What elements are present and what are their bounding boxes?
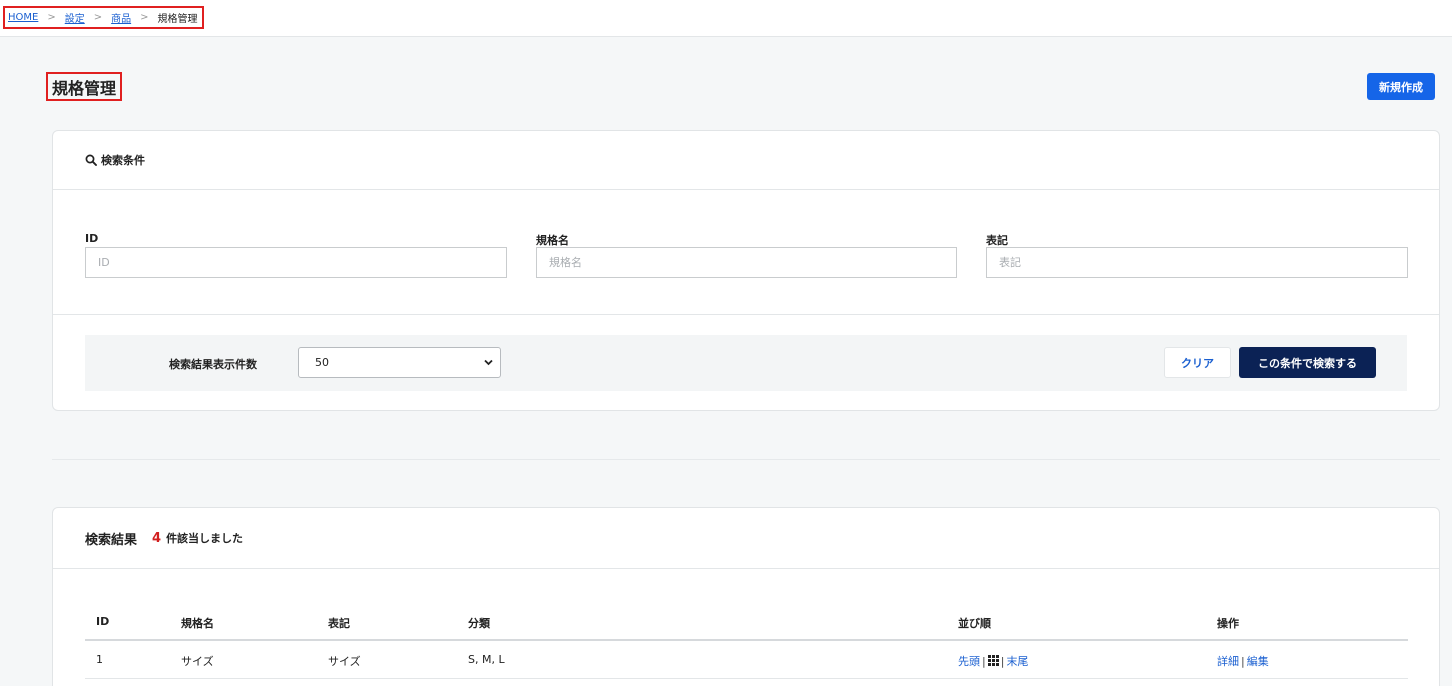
per-page-label: 検索結果表示件数 [169,358,257,371]
table-header: ID 規格名 表記 分類 並び順 操作 [85,603,1408,641]
column-header-notation: 表記 [328,617,350,630]
column-header-id: ID [96,615,110,628]
name-field[interactable] [536,247,957,278]
column-header-actions: 操作 [1217,617,1239,630]
results-header: 検索結果 4 件該当しました [53,508,1439,569]
id-field[interactable] [85,247,507,278]
results-count-suffix: 件該当しました [166,532,244,545]
name-field-label: 規格名 [536,234,569,247]
row-order-controls: 先頭 | | 末尾 [958,655,1029,669]
new-button[interactable]: 新規作成 [1367,73,1435,100]
edit-link[interactable]: 編集 [1247,655,1269,668]
notation-field-label: 表記 [986,234,1008,247]
drag-handle-icon[interactable] [987,655,999,669]
table-row: 1 サイズ サイズ S, M, L 先頭 | | 末尾 詳細 | 編集 [85,641,1408,679]
page-title: 規格管理 [46,72,123,101]
breadcrumb-products-link[interactable]: 商品 [111,10,131,25]
breadcrumb-separator: > [140,12,149,23]
row-name: サイズ [181,655,214,668]
breadcrumb: HOME > 設定 > 商品 > 規格管理 [3,6,204,29]
breadcrumb-home-link[interactable]: HOME [8,12,38,23]
detail-link[interactable]: 詳細 [1217,655,1239,668]
row-category: S, M, L [468,653,505,666]
row-actions: 詳細 | 編集 [1217,655,1269,668]
move-first-link[interactable]: 先頭 [958,655,980,668]
breadcrumb-current: 規格管理 [157,14,198,25]
id-field-label: ID [85,232,99,245]
search-card: 検索条件 ID 規格名 表記 検索結果表示件数 50 クリア この条件で検索する [52,130,1440,411]
per-page-value: 50 [315,356,329,369]
clear-button[interactable]: クリア [1164,347,1231,378]
notation-field[interactable] [986,247,1408,278]
breadcrumb-separator: > [93,12,103,23]
search-icon [85,154,97,166]
row-id: 1 [96,653,103,666]
search-header-label: 検索条件 [101,154,145,167]
column-header-name: 規格名 [181,617,214,630]
search-header: 検索条件 [53,131,1439,190]
search-options-bar: 検索結果表示件数 50 クリア この条件で検索する [85,335,1407,391]
results-card: 検索結果 4 件該当しました ID 規格名 表記 分類 並び順 操作 1 サイズ… [52,507,1440,686]
column-header-order: 並び順 [958,617,991,630]
divider [53,314,1439,315]
per-page-select[interactable]: 50 [298,347,501,378]
results-count: 4 [152,530,162,546]
breadcrumb-bar: HOME > 設定 > 商品 > 規格管理 [0,0,1452,37]
breadcrumb-settings-link[interactable]: 設定 [65,10,85,25]
results-table: ID 規格名 表記 分類 並び順 操作 1 サイズ サイズ S, M, L 先頭… [85,603,1408,679]
column-header-category: 分類 [468,617,490,630]
chevron-down-icon [484,359,493,366]
results-title: 検索結果 [85,532,138,548]
section-divider [52,459,1440,460]
move-last-link[interactable]: 末尾 [1006,655,1028,668]
row-notation: サイズ [328,655,361,668]
breadcrumb-separator: > [47,12,56,23]
submit-search-button[interactable]: この条件で検索する [1239,347,1376,378]
